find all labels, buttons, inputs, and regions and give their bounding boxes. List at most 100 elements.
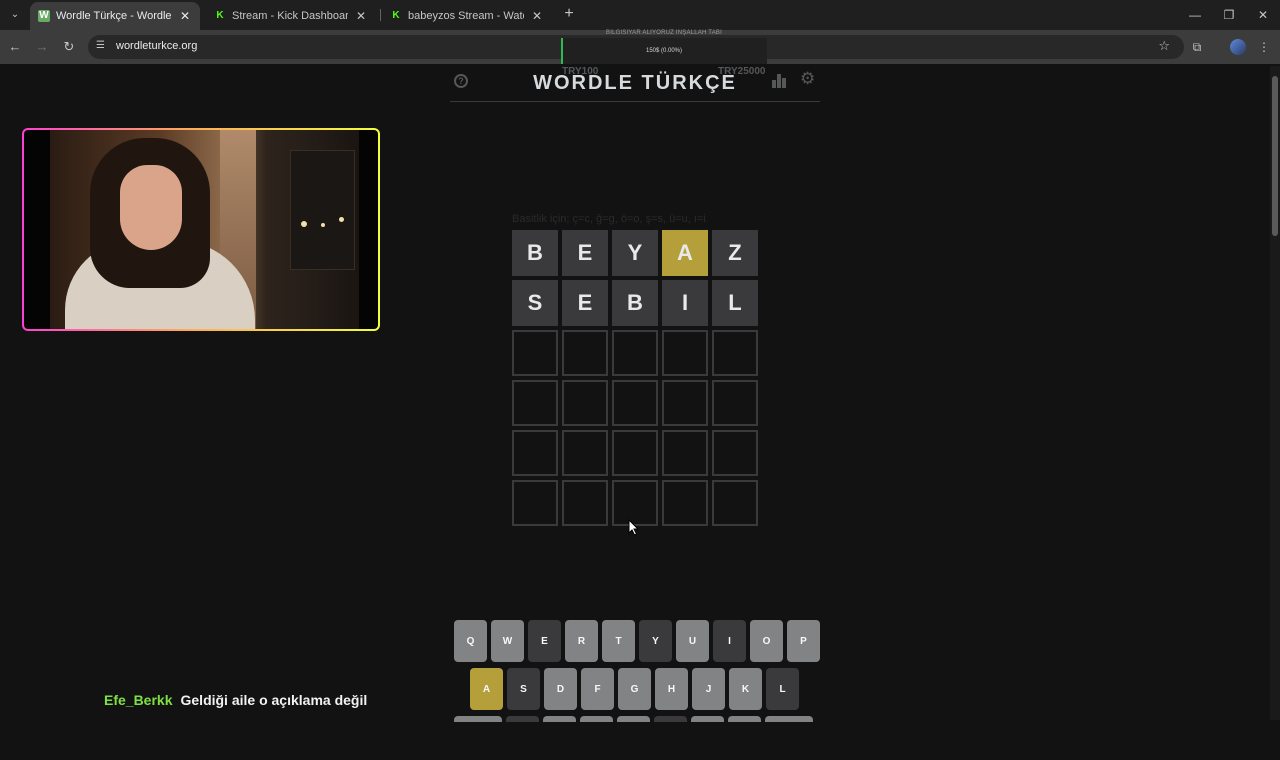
key-t[interactable]: T bbox=[602, 620, 635, 662]
extensions-icon[interactable]: ⧉ bbox=[1188, 38, 1206, 56]
close-tab-icon[interactable]: ✕ bbox=[530, 9, 544, 23]
letter-tile: A bbox=[662, 230, 708, 276]
chat-text: Geldiği aile o açıklama değil bbox=[180, 692, 368, 708]
key-y[interactable]: Y bbox=[639, 620, 672, 662]
game-title: WORDLE TÜRKÇE bbox=[533, 72, 737, 94]
key-s[interactable]: S bbox=[507, 668, 540, 710]
letter-tile: S bbox=[512, 280, 558, 326]
keyboard-key[interactable] bbox=[765, 716, 813, 722]
restore-button[interactable]: ❐ bbox=[1212, 0, 1246, 30]
letter-tile bbox=[512, 330, 558, 376]
donation-goal-label: BILGISIYAR ALIYORUZ INŞALLAH TABI bbox=[606, 30, 722, 36]
key-h[interactable]: H bbox=[655, 668, 688, 710]
key-u[interactable]: U bbox=[676, 620, 709, 662]
keyboard-key[interactable] bbox=[617, 716, 650, 722]
keyboard-key[interactable] bbox=[506, 716, 539, 722]
chat-username: Efe_Berkk bbox=[104, 692, 173, 708]
letter-tile bbox=[662, 430, 708, 476]
page-scrollbar[interactable] bbox=[1270, 66, 1280, 720]
letter-tile: B bbox=[512, 230, 558, 276]
settings-gear-icon[interactable]: ⚙ bbox=[800, 70, 815, 88]
letter-tile bbox=[562, 430, 608, 476]
letter-tile bbox=[612, 380, 658, 426]
game-board: BEYAZSEBIL bbox=[512, 230, 758, 530]
game-header: ? WORDLE TÜRKÇE ⚙ bbox=[450, 64, 820, 102]
key-f[interactable]: F bbox=[581, 668, 614, 710]
letter-tile: B bbox=[612, 280, 658, 326]
close-window-button[interactable]: ✕ bbox=[1246, 0, 1280, 30]
key-g[interactable]: G bbox=[618, 668, 651, 710]
letter-tile bbox=[512, 430, 558, 476]
reload-icon[interactable]: ↻ bbox=[60, 38, 78, 56]
board-row bbox=[512, 430, 758, 476]
key-i[interactable]: I bbox=[713, 620, 746, 662]
board-row bbox=[512, 380, 758, 426]
close-tab-icon[interactable]: ✕ bbox=[178, 9, 192, 23]
key-a[interactable]: A bbox=[470, 668, 503, 710]
keyboard-key[interactable] bbox=[654, 716, 687, 722]
tab-title: Wordle Türkçe - Wordle Sınırsız bbox=[56, 10, 172, 22]
letter-tile bbox=[662, 330, 708, 376]
keyboard-row-3 bbox=[454, 716, 813, 760]
letter-tile bbox=[562, 330, 608, 376]
key-r[interactable]: R bbox=[565, 620, 598, 662]
letter-tile: I bbox=[662, 280, 708, 326]
back-arrow-icon[interactable]: ← bbox=[6, 38, 24, 56]
donation-goal-widget: BILGISIYAR ALIYORUZ INŞALLAH TABI 150$ (… bbox=[561, 30, 767, 64]
tab-wordle[interactable]: W Wordle Türkçe - Wordle Sınırsız ✕ bbox=[30, 2, 200, 30]
key-q[interactable]: Q bbox=[454, 620, 487, 662]
letter-tile bbox=[712, 430, 758, 476]
tab-divider bbox=[380, 9, 381, 21]
webcam-feed bbox=[24, 130, 378, 329]
letter-tile bbox=[712, 380, 758, 426]
board-row: BEYAZ bbox=[512, 230, 758, 276]
letter-tile: E bbox=[562, 280, 608, 326]
key-e[interactable]: E bbox=[528, 620, 561, 662]
character-hint: Basitlik için; ç=c, ğ=g, ö=o, ş=s, ü=u, … bbox=[512, 213, 706, 225]
statistics-icon[interactable] bbox=[772, 74, 788, 88]
forward-arrow-icon[interactable]: → bbox=[33, 38, 51, 56]
keyboard-key[interactable] bbox=[543, 716, 576, 722]
tab-title: Stream - Kick Dashboard bbox=[232, 10, 348, 22]
letter-tile bbox=[612, 430, 658, 476]
kick-favicon-icon: K bbox=[216, 10, 224, 21]
tab-kick-dashboard[interactable]: K Stream - Kick Dashboard ✕ bbox=[206, 2, 376, 30]
menu-dots-icon[interactable]: ⋮ bbox=[1255, 38, 1273, 56]
tab-babeyzos-stream[interactable]: K babeyzos Stream - Watch Live o ✕ bbox=[382, 2, 552, 30]
letter-tile bbox=[562, 480, 608, 526]
site-info-icon[interactable]: ☰ bbox=[96, 40, 105, 51]
new-tab-button[interactable]: + bbox=[560, 5, 578, 23]
letter-tile bbox=[512, 380, 558, 426]
key-p[interactable]: P bbox=[787, 620, 820, 662]
keyboard-key[interactable] bbox=[454, 716, 502, 722]
key-w[interactable]: W bbox=[491, 620, 524, 662]
key-o[interactable]: O bbox=[750, 620, 783, 662]
letter-tile bbox=[612, 330, 658, 376]
letter-tile: Y bbox=[612, 230, 658, 276]
profile-avatar[interactable] bbox=[1230, 39, 1246, 55]
webcam-frame bbox=[22, 128, 380, 331]
board-row: SEBIL bbox=[512, 280, 758, 326]
close-tab-icon[interactable]: ✕ bbox=[354, 9, 368, 23]
letter-tile bbox=[562, 380, 608, 426]
key-l[interactable]: L bbox=[766, 668, 799, 710]
keyboard-key[interactable] bbox=[691, 716, 724, 722]
bookmark-star-icon[interactable]: ☆ bbox=[1158, 38, 1170, 54]
minimize-button[interactable]: — bbox=[1178, 0, 1212, 30]
wordle-favicon-icon: W bbox=[38, 10, 50, 22]
key-k[interactable]: K bbox=[729, 668, 762, 710]
keyboard-key[interactable] bbox=[580, 716, 613, 722]
url-text[interactable]: wordleturkce.org bbox=[116, 40, 197, 52]
keyboard-key[interactable] bbox=[728, 716, 761, 722]
donation-goal-value: 150$ (0.00%) bbox=[645, 48, 683, 54]
tab-search-icon[interactable]: ⌄ bbox=[6, 6, 24, 24]
letter-tile: L bbox=[712, 280, 758, 326]
key-j[interactable]: J bbox=[692, 668, 725, 710]
mouse-cursor-icon bbox=[628, 519, 640, 536]
letter-tile bbox=[662, 480, 708, 526]
scrollbar-thumb[interactable] bbox=[1272, 76, 1278, 236]
tab-title: babeyzos Stream - Watch Live o bbox=[408, 10, 524, 22]
letter-tile: E bbox=[562, 230, 608, 276]
board-row bbox=[512, 330, 758, 376]
key-d[interactable]: D bbox=[544, 668, 577, 710]
